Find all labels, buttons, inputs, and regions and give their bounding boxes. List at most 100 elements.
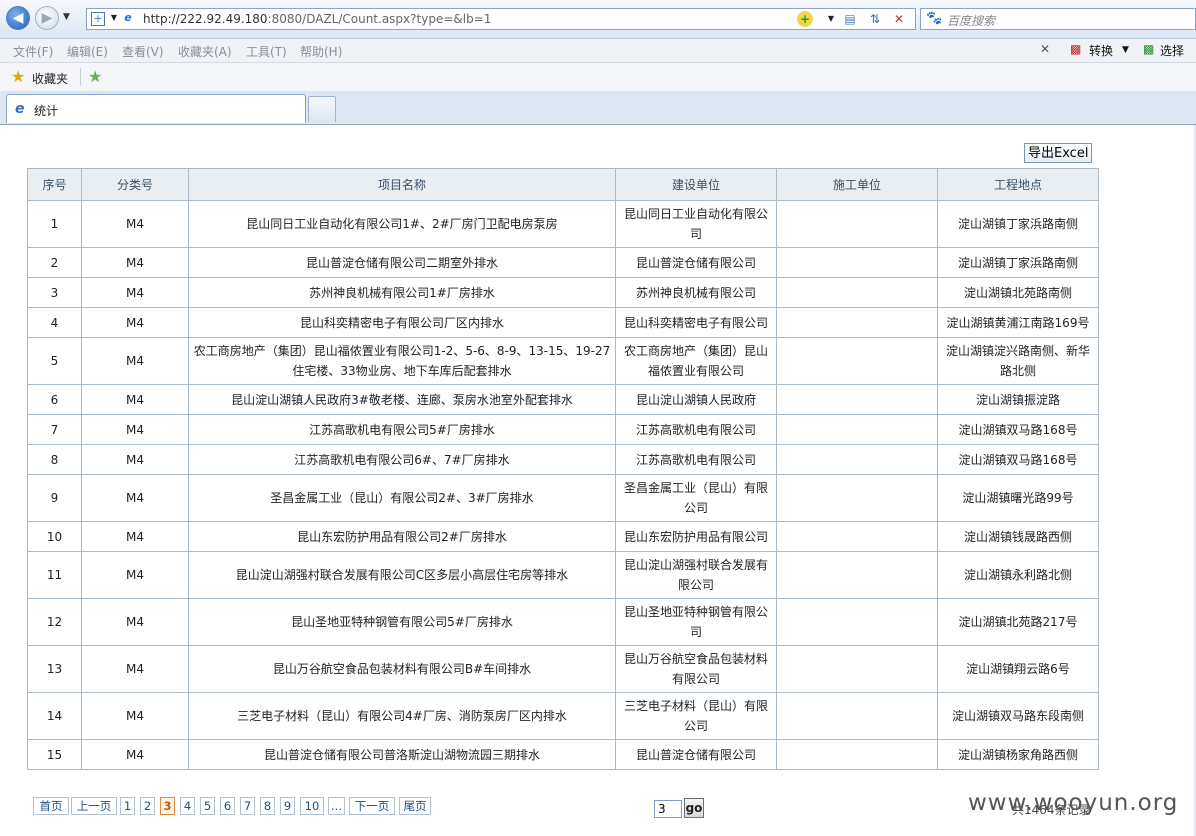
pager-page[interactable]: 8: [260, 797, 275, 815]
cell-index: 12: [27, 598, 82, 646]
cell-contractor: [776, 307, 938, 338]
cell-category: M4: [81, 384, 189, 415]
goto-page-input[interactable]: [654, 800, 682, 818]
cell-builder: 昆山科奕精密电子有限公司: [615, 307, 777, 338]
table-row: 10 M4 昆山东宏防护用品有限公司2#厂房排水 昆山东宏防护用品有限公司 淀山湖镇钱晟…: [27, 521, 1099, 552]
favorites-bar: ★ 收藏夹 ★: [0, 63, 1196, 92]
cell-contractor: [776, 598, 938, 646]
pager-first[interactable]: 首页: [33, 797, 69, 815]
cell-builder: 苏州神良机械有限公司: [615, 277, 777, 308]
cell-builder: 昆山淀山湖镇人民政府: [615, 384, 777, 415]
cell-index: 1: [27, 200, 82, 248]
select-icon: ▩: [1143, 42, 1155, 56]
pager-page[interactable]: 5: [200, 797, 215, 815]
cell-index: 11: [27, 551, 82, 599]
cell-contractor: [776, 384, 938, 415]
cell-builder: 三芝电子材料（昆山）有限公司: [615, 692, 777, 740]
pager-page[interactable]: 9: [280, 797, 295, 815]
compat-view-icon[interactable]: +: [91, 12, 105, 26]
cell-project-name: 圣昌金属工业（昆山）有限公司2#、3#厂房排水: [188, 474, 616, 522]
add-icon[interactable]: +: [797, 11, 813, 27]
cell-index: 3: [27, 277, 82, 308]
cell-contractor: [776, 337, 938, 385]
menu-favorites[interactable]: 收藏夹(A): [178, 43, 232, 60]
pager-page[interactable]: 1: [120, 797, 135, 815]
menu-edit[interactable]: 编辑(E): [67, 43, 108, 60]
cell-builder: 江苏高歌机电有限公司: [615, 444, 777, 475]
chevron-down-icon[interactable]: ▼: [823, 11, 839, 27]
cell-index: 10: [27, 521, 82, 552]
pager-next[interactable]: 下一页: [349, 797, 395, 815]
cell-project-name: 苏州神良机械有限公司1#厂房排水: [188, 277, 616, 308]
add-favorite-icon[interactable]: ★: [88, 67, 102, 86]
new-tab-button[interactable]: [308, 96, 336, 122]
cell-project-name: 昆山淀山湖强村联合发展有限公司C区多层小高层住宅房等排水: [188, 551, 616, 599]
pager-prev[interactable]: 上一页: [71, 797, 117, 815]
favorites-star-icon[interactable]: ★: [11, 67, 25, 86]
forward-button[interactable]: ▶: [35, 6, 59, 30]
pager-last[interactable]: 尾页: [399, 797, 431, 815]
cell-location: 淀山湖镇双马路168号: [937, 414, 1099, 445]
cell-category: M4: [81, 200, 189, 248]
cell-index: 13: [27, 645, 82, 693]
cell-location: 淀山湖镇曙光路99号: [937, 474, 1099, 522]
export-excel-button[interactable]: 导出Excel: [1024, 143, 1093, 163]
cell-location: 淀山湖镇永利路北侧: [937, 551, 1099, 599]
menu-tools[interactable]: 工具(T): [246, 43, 287, 60]
cell-project-name: 江苏高歌机电有限公司5#厂房排水: [188, 414, 616, 445]
chevron-down-icon[interactable]: ▼: [1122, 45, 1129, 55]
cell-category: M4: [81, 277, 189, 308]
url-path: :8080/DAZL/Count.aspx?type=&lb=1: [267, 12, 492, 26]
pager-ellipsis[interactable]: ...: [328, 797, 345, 815]
cell-builder: 圣昌金属工业（昆山）有限公司: [615, 474, 777, 522]
pager-page[interactable]: 7: [240, 797, 255, 815]
menu-file[interactable]: 文件(F): [13, 43, 53, 60]
page-icon: e: [124, 11, 132, 24]
cell-builder: 江苏高歌机电有限公司: [615, 414, 777, 445]
rss-icon[interactable]: ▤: [842, 11, 858, 27]
watermark: www.wooyun.org: [968, 790, 1179, 816]
cell-location: 淀山湖镇杨家角路西侧: [937, 739, 1099, 770]
favorites-button[interactable]: 收藏夹: [32, 70, 68, 87]
pager-page-current[interactable]: 3: [160, 797, 175, 815]
cell-contractor: [776, 521, 938, 552]
url-text: http://222.92.49.180:8080/DAZL/Count.asp…: [143, 12, 491, 26]
convert-button[interactable]: 转换: [1089, 42, 1113, 59]
cell-contractor: [776, 739, 938, 770]
col-header-builder: 建设单位: [615, 168, 777, 201]
cell-project-name: 昆山普淀仓储有限公司二期室外排水: [188, 247, 616, 278]
select-button[interactable]: 选择: [1160, 42, 1184, 59]
cell-builder: 昆山普淀仓储有限公司: [615, 739, 777, 770]
stop-icon[interactable]: ✕: [891, 11, 907, 27]
cell-index: 2: [27, 247, 82, 278]
pager-page[interactable]: 4: [180, 797, 195, 815]
back-button[interactable]: ◀: [6, 6, 30, 30]
menu-help[interactable]: 帮助(H): [300, 43, 342, 60]
page-content: 导出Excel 序号 分类号 项目名称 建设单位 施工单位 工程地点 1 M4 昆山…: [6, 125, 1196, 836]
search-input[interactable]: 百度搜索: [947, 12, 995, 29]
pager-page[interactable]: 2: [140, 797, 155, 815]
col-header-contractor: 施工单位: [776, 168, 938, 201]
url-field[interactable]: + ▼ e http://222.92.49.180:8080/DAZL/Cou…: [86, 8, 916, 30]
table-row: 6 M4 昆山淀山湖镇人民政府3#敬老楼、连廊、泵房水池室外配套排水 昆山淀山湖镇人民…: [27, 384, 1099, 415]
table-row: 8 M4 江苏高歌机电有限公司6#、7#厂房排水 江苏高歌机电有限公司 淀山湖镇双马路1…: [27, 444, 1099, 475]
menu-view[interactable]: 查看(V): [122, 43, 164, 60]
cell-builder: 昆山圣地亚特种钢管有限公司: [615, 598, 777, 646]
search-box[interactable]: 🐾 百度搜索: [920, 8, 1196, 30]
table-row: 3 M4 苏州神良机械有限公司1#厂房排水 苏州神良机械有限公司 淀山湖镇北苑路南侧: [27, 277, 1099, 308]
pager-page[interactable]: 10: [300, 797, 324, 815]
history-dropdown-icon[interactable]: ▼: [63, 12, 70, 22]
cell-category: M4: [81, 645, 189, 693]
tab-statistics[interactable]: e 统计: [6, 94, 306, 123]
close-icon[interactable]: ✕: [1040, 42, 1050, 56]
chevron-down-icon[interactable]: ▼: [107, 12, 121, 26]
refresh-icon[interactable]: ⇅: [867, 11, 883, 27]
table-row: 13 M4 昆山万谷航空食品包装材料有限公司B#车间排水 昆山万谷航空食品包装材料有限…: [27, 645, 1099, 693]
cell-category: M4: [81, 414, 189, 445]
pager-page[interactable]: 6: [220, 797, 235, 815]
table-row: 11 M4 昆山淀山湖强村联合发展有限公司C区多层小高层住宅房等排水 昆山淀山湖强村联…: [27, 551, 1099, 599]
cell-category: M4: [81, 307, 189, 338]
cell-location: 淀山湖镇丁家浜路南侧: [937, 200, 1099, 248]
go-button[interactable]: go: [684, 798, 704, 818]
cell-builder: 农工商房地产（集团）昆山福侬置业有限公司: [615, 337, 777, 385]
